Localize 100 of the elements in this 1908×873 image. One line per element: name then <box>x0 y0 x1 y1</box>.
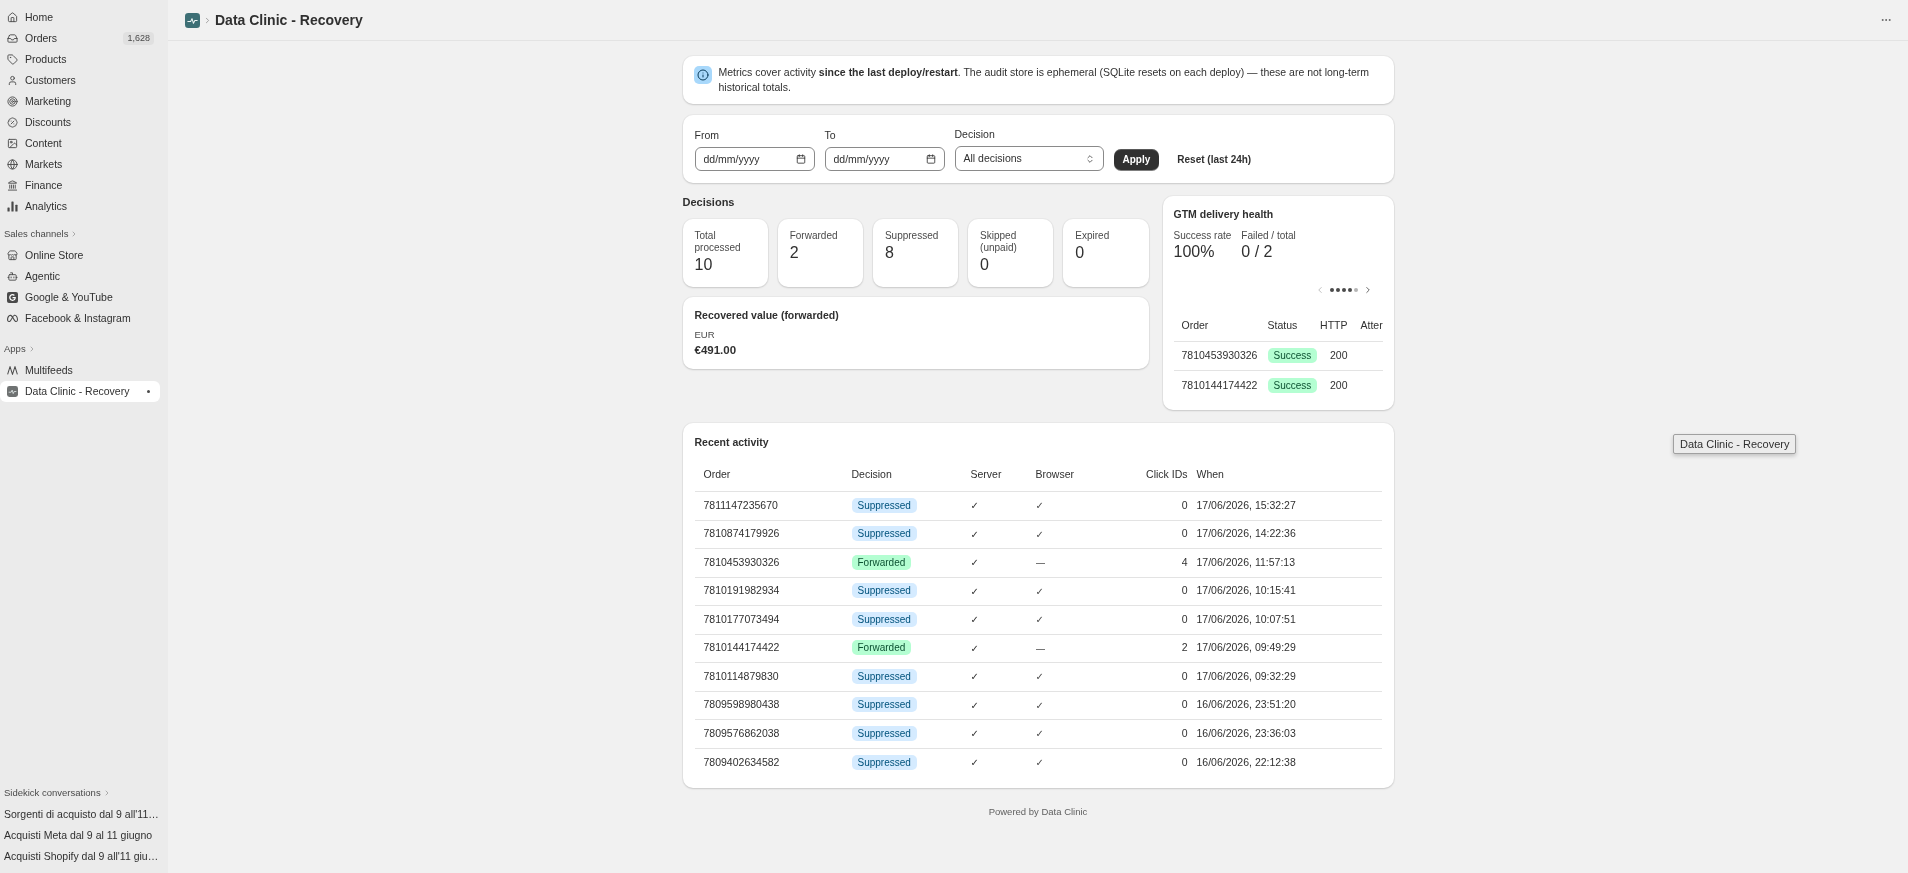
nav-item[interactable]: Data Clinic - Recovery <box>0 381 160 402</box>
calendar-icon[interactable] <box>795 154 806 164</box>
nav-item[interactable]: Orders 1,628 <box>0 28 160 49</box>
nav-item[interactable]: Customers <box>0 70 160 91</box>
decision-select[interactable]: All decisions <box>954 146 1104 171</box>
percent-badge-icon <box>7 117 18 128</box>
nav-item[interactable]: Google & YouTube <box>0 287 160 308</box>
status-badge: Suppressed <box>851 611 917 627</box>
notice-text: Metrics cover activity since the last deploy/restart. The audit store is ephemeral (SQLite resets on each deploy) — these are not long-term historical totals. <box>718 65 1371 95</box>
stat-label: Skipped (unpaid) <box>980 230 1018 254</box>
table-cell-text: 17/06/2026, 09:49:29 <box>1195 640 1297 656</box>
card-title: Recent activity <box>694 435 770 449</box>
table-cell-text: ✓ <box>969 698 979 713</box>
nav-item[interactable]: Content <box>0 133 160 154</box>
robot-icon <box>7 271 18 282</box>
table-cell-text: 17/06/2026, 14:22:36 <box>1195 526 1297 542</box>
nav-item[interactable]: Markets <box>0 154 160 175</box>
table-cell-text: 7810191982934 <box>702 583 781 599</box>
table-cell-text: 200 <box>1329 377 1349 393</box>
nav-item[interactable]: Multifeeds <box>0 360 160 381</box>
apply-button[interactable]: Apply <box>1113 149 1160 170</box>
nav-item[interactable]: Marketing <box>0 91 160 112</box>
stat-value: 10 <box>694 255 714 275</box>
conversation-link[interactable]: Sorgenti di acquisto dal 9 all'11… <box>0 804 160 825</box>
home-icon <box>7 12 18 23</box>
table-cell-text: 0 <box>1181 583 1189 599</box>
conversation-link[interactable]: Acquisti Meta dal 9 al 11 giugno <box>0 825 160 846</box>
nav-item[interactable]: Finance <box>0 175 160 196</box>
table-cell-text: 7811147235670 <box>702 497 779 513</box>
status-badge: Suppressed <box>851 526 917 542</box>
app-tile-icon <box>185 12 200 28</box>
table-cell-text: — <box>1034 556 1046 571</box>
table-cell-text: ✓ <box>1034 698 1044 713</box>
table-cell-text: 17/06/2026, 10:07:51 <box>1195 611 1297 627</box>
table-cell-text: 2 <box>1181 640 1189 656</box>
stat-label: Total processed <box>694 230 742 254</box>
table-cell-text: 7809402634582 <box>702 754 781 770</box>
conversation-link[interactable]: Acquisti Shopify dal 9 all'11 giu… <box>0 846 160 867</box>
metric-label: Success rate <box>1173 230 1232 242</box>
reset-button[interactable]: Reset (last 24h) <box>1169 149 1260 170</box>
table-cell-text: 0 <box>1181 526 1189 542</box>
table-cell-text: ✓ <box>969 556 979 571</box>
nav-item[interactable]: Agentic <box>0 266 160 287</box>
tooltip: Data Clinic - Recovery <box>1673 434 1797 454</box>
table-cell-text: ✓ <box>969 670 979 685</box>
table-cell-text: ✓ <box>1034 584 1044 599</box>
stat-value: 2 <box>789 243 800 263</box>
order-count: 1,628 <box>123 32 154 45</box>
column-header: Atter <box>1359 317 1383 333</box>
nav-item[interactable]: Products <box>0 49 160 70</box>
target-icon <box>7 96 18 107</box>
nav-item[interactable]: Discounts <box>0 112 160 133</box>
nav-item[interactable]: Online Store <box>0 245 160 266</box>
bar-chart-icon <box>7 201 18 212</box>
table-cell-text: — <box>1034 641 1046 656</box>
table-cell-text: 17/06/2026, 09:32:29 <box>1195 668 1297 684</box>
table-cell-text: 0 <box>1181 725 1189 741</box>
date-field[interactable]: dd/mm/yyyy <box>694 147 815 171</box>
status-badge: Suppressed <box>851 497 917 513</box>
chevrons-icon <box>1084 153 1095 164</box>
table-cell-text: ✓ <box>1034 613 1044 628</box>
section-link[interactable]: Sales channels <box>0 226 160 242</box>
bank-icon <box>7 180 18 191</box>
section-link[interactable]: Apps <box>0 341 160 357</box>
table-cell-text: 0 <box>1181 754 1189 770</box>
image-icon <box>7 138 18 149</box>
chevron-right-icon <box>203 15 212 25</box>
nav-item[interactable]: Home <box>0 7 160 28</box>
table-cell-text: 7810453930326 <box>702 554 781 570</box>
date-field[interactable]: dd/mm/yyyy <box>824 147 945 171</box>
footer-text: Powered by Data Clinic <box>988 806 1088 818</box>
table-cell-text: 17/06/2026, 10:15:41 <box>1195 583 1297 599</box>
table-cell-text: ✓ <box>969 499 979 514</box>
card-title: GTM delivery health <box>1173 207 1275 221</box>
storefront-icon <box>7 250 18 261</box>
table-cell-text: 7810453930326 <box>1180 348 1259 364</box>
nav-item[interactable]: Analytics <box>0 196 160 217</box>
stat-label: Forwarded <box>789 230 839 242</box>
nav-item[interactable]: Facebook & Instagram <box>0 308 160 329</box>
column-header: Order <box>702 467 732 483</box>
field-label: From <box>694 129 720 141</box>
table-cell-text: ✓ <box>969 641 979 656</box>
infinity-logo-icon <box>7 313 18 324</box>
table-cell-text: 7809576862038 <box>702 725 781 741</box>
section-link[interactable]: Sidekick conversations <box>0 785 160 801</box>
status-badge: Forwarded <box>851 640 912 656</box>
table-cell-text: 7810874179926 <box>702 526 781 542</box>
status-badge: Suppressed <box>851 725 917 741</box>
table-cell-text: 0 <box>1181 611 1189 627</box>
pulse-tile-icon <box>7 386 18 397</box>
table-cell-text: 17/06/2026, 15:32:27 <box>1195 497 1297 513</box>
calendar-icon[interactable] <box>925 154 936 164</box>
table-cell-text: 16/06/2026, 23:51:20 <box>1195 697 1297 713</box>
status-badge: Success <box>1267 377 1318 393</box>
metric-label: Failed / total <box>1241 230 1296 242</box>
globe-icon <box>7 159 18 170</box>
stat-label: Suppressed <box>884 230 940 242</box>
card-title: Recovered value (forwarded) <box>694 308 840 322</box>
g-logo-icon <box>7 292 18 303</box>
status-badge: Suppressed <box>851 754 917 770</box>
